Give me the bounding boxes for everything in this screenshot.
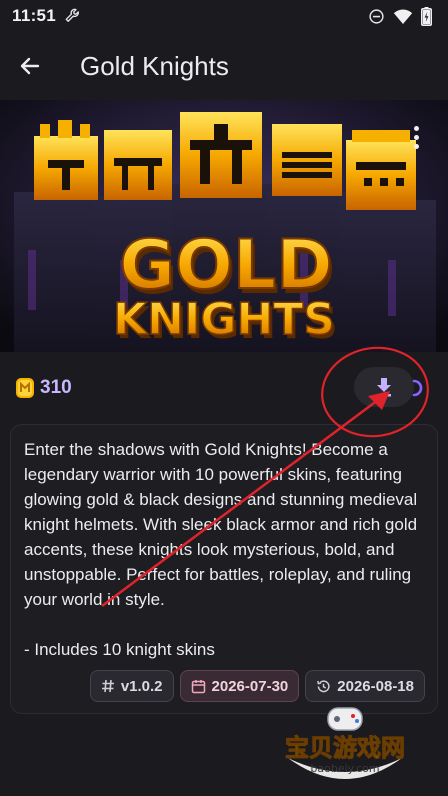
- dot-icon: [413, 143, 419, 149]
- price-value: 310: [40, 377, 72, 398]
- version-label: v1.0.2: [120, 677, 163, 695]
- created-date-label: 2026-07-30: [211, 677, 289, 695]
- loading-spinner-icon: [412, 379, 423, 397]
- battery-icon: [421, 6, 432, 26]
- site-watermark-logo: 宝贝游戏网 baobeiy.com: [285, 707, 406, 779]
- more-options-button[interactable]: [404, 122, 428, 152]
- arrow-left-icon: [20, 57, 40, 75]
- coin-icon: [16, 378, 34, 398]
- gold-knights-artwork: GOLD GOLD KNIGHTS KNIGHTS: [0, 100, 448, 352]
- version-chip: v1.0.2: [89, 670, 174, 702]
- history-icon: [317, 679, 330, 692]
- dot-icon: [413, 134, 419, 140]
- banner-image: GOLD GOLD KNIGHTS KNIGHTS: [0, 100, 448, 352]
- dot-icon: [413, 125, 419, 131]
- watermark-text: 宝贝游戏网: [285, 734, 405, 762]
- back-button[interactable]: [0, 36, 60, 96]
- price-row: 310: [14, 372, 72, 404]
- description-card: Enter the shadows with Gold Knights! Bec…: [10, 424, 438, 714]
- wrench-icon: [65, 8, 79, 22]
- updated-date-chip: 2026-08-18: [305, 670, 425, 702]
- created-date-chip: 2026-07-30: [179, 670, 300, 702]
- description-text: Enter the shadows with Gold Knights! Bec…: [24, 440, 418, 659]
- hash-icon: [101, 679, 114, 693]
- download-icon: [377, 378, 391, 397]
- page-title: Gold Knights: [80, 50, 229, 81]
- status-time: 11:51: [12, 6, 57, 25]
- dnd-icon: [369, 8, 384, 24]
- app-bar: Gold Knights: [0, 32, 448, 100]
- logo-line2: KNIGHTS: [113, 294, 335, 345]
- info-chips: v1.0.2 2026-07-30 2026-08-18: [89, 670, 425, 702]
- status-bar: 11:51: [0, 0, 448, 32]
- wifi-icon: [393, 9, 413, 24]
- watermark-url: baobeiy.com: [310, 762, 379, 775]
- calendar-icon: [191, 679, 205, 693]
- updated-date-label: 2026-08-18: [337, 677, 414, 695]
